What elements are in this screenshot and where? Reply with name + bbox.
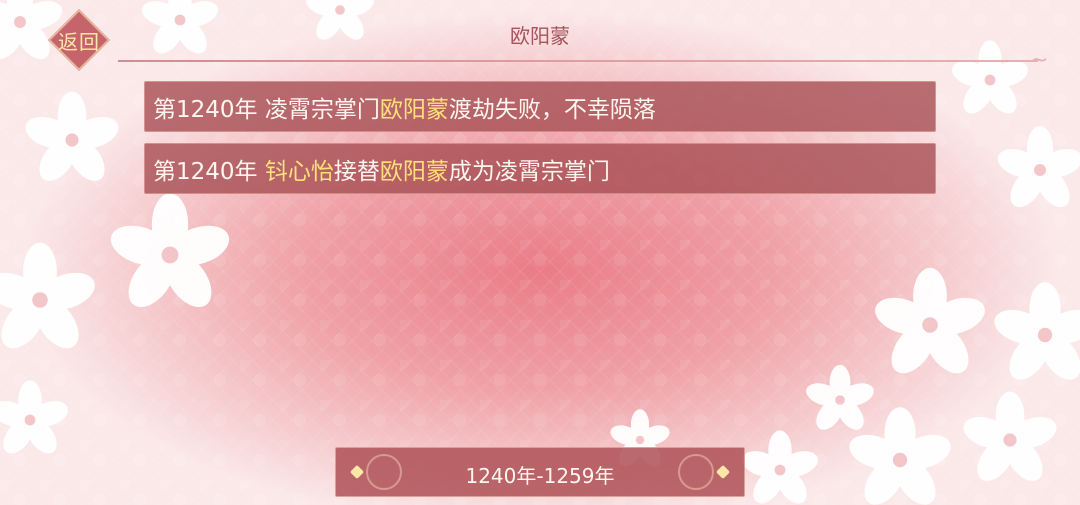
- event-text: 第1240年 凌霄宗掌门: [153, 97, 380, 123]
- background-pattern: [0, 0, 1080, 505]
- event-row: 第1240年 钭心怡接替欧阳蒙成为凌霄宗掌门: [144, 143, 936, 194]
- event-person-name: 钭心怡: [264, 159, 334, 185]
- period-label: 1240年-1259年: [465, 464, 615, 488]
- event-text: 渡劫失败，不幸陨落: [448, 97, 656, 123]
- event-person-name: 欧阳蒙: [379, 159, 449, 185]
- header-divider: [118, 60, 1038, 62]
- event-person-name: 欧阳蒙: [379, 97, 449, 123]
- event-text: 第1240年: [153, 159, 265, 185]
- event-text: 成为凌霄宗掌门: [448, 159, 610, 185]
- event-row: 第1240年 凌霄宗掌门欧阳蒙渡劫失败，不幸陨落: [144, 81, 936, 132]
- event-list: 第1240年 凌霄宗掌门欧阳蒙渡劫失败，不幸陨落 第1240年 钭心怡接替欧阳蒙…: [144, 81, 936, 205]
- divider-swirl-icon: ~: [1030, 48, 1049, 73]
- period-selector-button[interactable]: 1240年-1259年: [335, 447, 745, 497]
- page-title: 欧阳蒙: [510, 24, 570, 48]
- event-text: 接替: [333, 159, 380, 185]
